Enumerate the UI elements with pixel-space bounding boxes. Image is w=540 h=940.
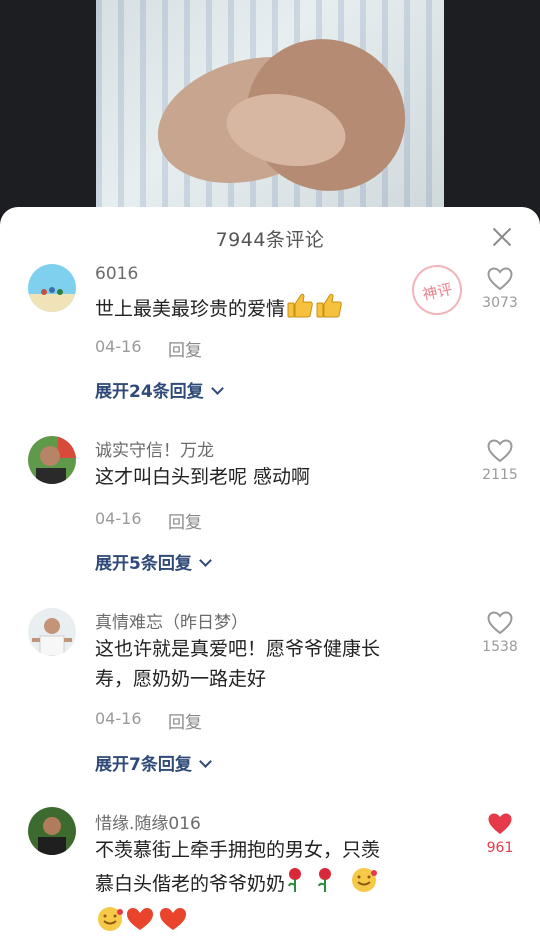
comment-text: 这也许就是真爱吧！愿爷爷健康长 寿，愿奶奶一路走好 <box>95 634 450 694</box>
heart-filled-icon <box>488 813 512 834</box>
reply-button[interactable]: 回复 <box>168 336 202 361</box>
heart-outline-icon <box>487 267 513 291</box>
chevron-down-icon <box>198 554 212 567</box>
avatar[interactable] <box>28 264 76 312</box>
smiling-face-hearts-icon <box>349 865 379 904</box>
expand-replies-button[interactable]: 展开5条回复 <box>95 549 212 574</box>
like-button[interactable]: 1538 <box>475 611 525 655</box>
comment-text-line: 寿，愿奶奶一路走好 <box>95 668 267 690</box>
comment-date: 04-16 <box>95 337 142 356</box>
comment-text-line: 这也许就是真爱吧！愿爷爷健康长 <box>95 638 381 660</box>
chevron-down-icon <box>210 382 224 395</box>
video-frame <box>96 0 444 215</box>
video-player[interactable] <box>0 0 540 215</box>
expand-replies-label: 展开5条回复 <box>95 554 192 574</box>
comment-text-body: 世上最美最珍贵的爱情 <box>95 298 286 320</box>
comment-text-line: 慕白头偕老的爷爷奶奶 <box>95 865 450 904</box>
comment-text-body: 慕白头偕老的爷爷奶奶 <box>95 873 286 895</box>
red-heart-icon <box>125 905 189 940</box>
panel-header: 7944条评论 <box>0 207 540 267</box>
rose-icon <box>285 866 349 903</box>
comment-username[interactable]: 6016 <box>95 264 138 284</box>
close-button[interactable] <box>490 225 514 249</box>
comment-panel: 7944条评论 6016 世上最美最珍贵的爱情 神评 04-16 回复 展开24… <box>0 207 540 940</box>
thumbs-up-icon <box>285 290 345 329</box>
like-button[interactable]: 2115 <box>475 439 525 483</box>
comment-text: 不羡慕街上牵手拥抱的男女，只羡 慕白头偕老的爷爷奶奶 <box>95 835 450 940</box>
comment-username[interactable]: 诚实守信！万龙 <box>95 436 214 461</box>
like-count: 1538 <box>482 639 518 655</box>
like-button[interactable]: 3073 <box>475 267 525 311</box>
comment-text: 这才叫白头到老呢 感动啊 <box>95 466 311 488</box>
like-count: 3073 <box>482 295 518 311</box>
expand-replies-label: 展开7条回复 <box>95 755 192 775</box>
like-count: 961 <box>486 840 514 856</box>
avatar[interactable] <box>28 436 76 484</box>
avatar[interactable] <box>28 807 76 855</box>
like-count: 2115 <box>482 467 518 483</box>
comment-text-line: 不羡慕街上牵手拥抱的男女，只羡 <box>95 839 381 861</box>
avatar[interactable] <box>28 608 76 656</box>
like-button[interactable]: 961 <box>475 812 525 856</box>
reply-button[interactable]: 回复 <box>168 508 202 533</box>
comment-date: 04-16 <box>95 509 142 528</box>
comment-date: 04-16 <box>95 709 142 728</box>
expand-replies-button[interactable]: 展开7条回复 <box>95 750 212 775</box>
heart-outline-icon <box>487 611 513 635</box>
smiling-face-hearts-icon <box>95 904 125 940</box>
reply-button[interactable]: 回复 <box>168 708 202 733</box>
expand-replies-button[interactable]: 展开24条回复 <box>95 377 224 402</box>
chevron-down-icon <box>198 755 212 768</box>
expand-replies-label: 展开24条回复 <box>95 382 204 402</box>
comment-username[interactable]: 惜缘.随缘016 <box>95 809 201 834</box>
comment-count-title: 7944条评论 <box>215 229 325 251</box>
comment-text-line <box>95 904 450 940</box>
comment-text: 世上最美最珍贵的爱情 <box>95 290 450 329</box>
comment-username[interactable]: 真情难忘（昨日梦） <box>95 608 248 633</box>
heart-outline-icon <box>487 439 513 463</box>
